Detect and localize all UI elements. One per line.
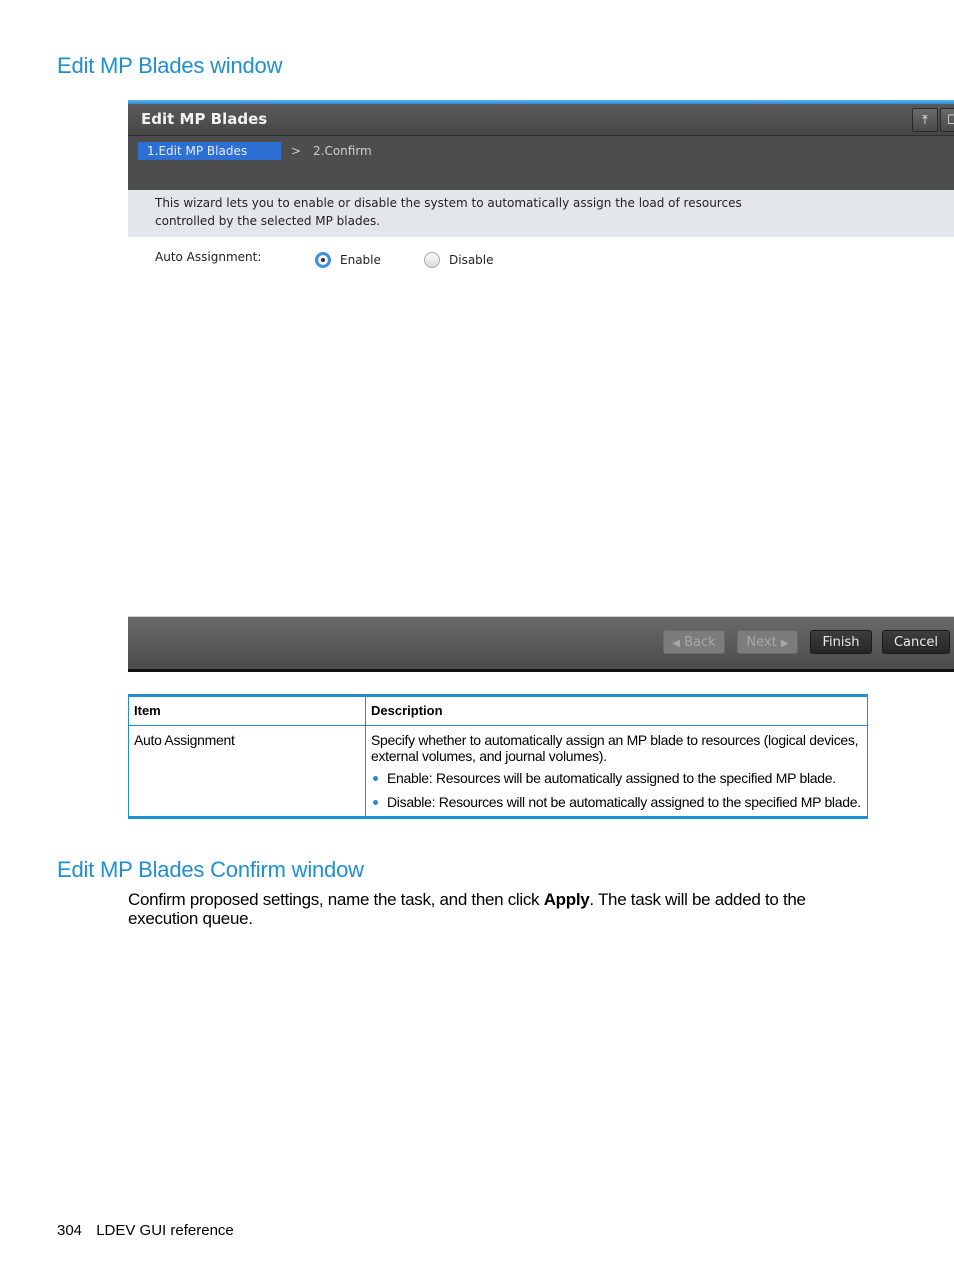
wizard-description: This wizard lets you to enable or disabl…: [128, 190, 954, 237]
cancel-button[interactable]: Cancel: [882, 630, 950, 654]
step-edit-mp-blades: 1.Edit MP Blades: [138, 142, 281, 160]
table-row: Auto Assignment Specify whether to autom…: [128, 725, 868, 818]
header-description: Description: [365, 695, 868, 726]
back-arrow-icon: ◀: [672, 638, 680, 649]
edit-mp-blades-window: Edit MP Blades ⤒ ☐ 1.Edit MP Blades > 2.…: [128, 100, 954, 672]
window-title: Edit MP Blades: [141, 110, 268, 128]
bullet-enable: Enable: Resources will be automatically …: [371, 770, 862, 786]
page-footer-title: LDEV GUI reference: [96, 1222, 234, 1239]
table-header-row: Item Description: [128, 695, 868, 726]
maximize-button[interactable]: ☐: [940, 108, 954, 132]
next-arrow-icon: ▶: [780, 638, 789, 649]
pin-icon: ⤒: [922, 112, 928, 127]
wizard-steps: 1.Edit MP Blades > 2.Confirm: [128, 136, 954, 190]
window-bottom-edge: [128, 669, 954, 672]
radio-disable[interactable]: Disable: [424, 250, 494, 270]
radio-selected-icon[interactable]: [315, 252, 331, 268]
window-footer: ◀ Back Next ▶ Finish Cancel: [128, 616, 954, 670]
next-button[interactable]: Next ▶: [737, 630, 798, 654]
radio-disable-label: Disable: [449, 253, 494, 267]
pin-button[interactable]: ⤒: [912, 108, 938, 132]
cell-item: Auto Assignment: [128, 725, 366, 818]
window-title-bar: Edit MP Blades ⤒ ☐: [128, 104, 954, 136]
page-number: 304: [57, 1222, 83, 1239]
radio-enable[interactable]: Enable: [315, 250, 381, 270]
auto-assignment-label: Auto Assignment:: [155, 250, 262, 264]
section-heading-confirm-window: Edit MP Blades Confirm window: [57, 857, 364, 882]
description-main: Specify whether to automatically assign …: [371, 732, 859, 764]
cell-description: Specify whether to automatically assign …: [365, 725, 868, 818]
step-separator: >: [291, 144, 302, 158]
item-description-table: Item Description Auto Assignment Specify…: [128, 694, 868, 819]
step-confirm: 2.Confirm: [313, 144, 372, 158]
section-heading-edit-mp-blades: Edit MP Blades window: [57, 53, 283, 78]
confirm-paragraph: Confirm proposed settings, name the task…: [128, 890, 806, 928]
radio-enable-label: Enable: [340, 253, 381, 267]
description-text: This wizard lets you to enable or disabl…: [155, 196, 742, 228]
page-footer: 304 LDEV GUI reference: [57, 1222, 234, 1239]
maximize-icon: ☐: [947, 112, 954, 127]
description-bullets: Enable: Resources will be automatically …: [371, 770, 862, 810]
back-button[interactable]: ◀ Back: [663, 630, 725, 654]
finish-button[interactable]: Finish: [810, 630, 872, 654]
header-item: Item: [128, 695, 366, 726]
bullet-disable: Disable: Resources will not be automatic…: [371, 794, 862, 810]
radio-unselected-icon[interactable]: [424, 252, 440, 268]
apply-keyword: Apply: [543, 890, 590, 909]
